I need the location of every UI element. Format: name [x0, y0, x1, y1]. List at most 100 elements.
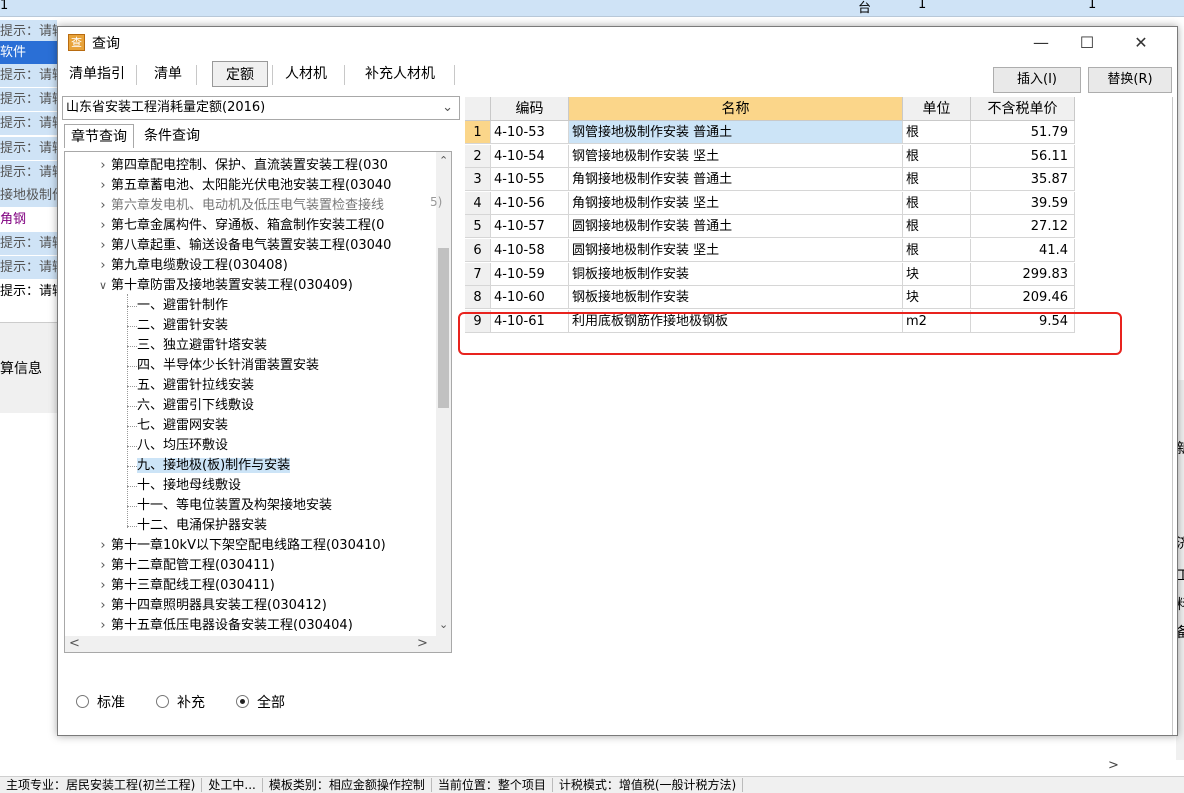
- chevron-right-icon[interactable]: ›: [95, 616, 111, 636]
- status-item: 处工中...: [202, 778, 263, 792]
- chevron-right-icon[interactable]: ›: [95, 256, 111, 276]
- chevron-right-icon[interactable]: ›: [95, 536, 111, 556]
- tree-node-label: 三、独立避雷针塔安装: [137, 338, 268, 353]
- radio-button-icon[interactable]: [156, 695, 169, 708]
- column-header[interactable]: 编码: [491, 97, 569, 121]
- chevron-right-icon[interactable]: ›: [95, 236, 111, 256]
- radio-option[interactable]: 标准: [76, 693, 125, 713]
- tree-horizontal-scrollbar[interactable]: < >: [65, 636, 451, 652]
- scroll-left-icon[interactable]: <: [69, 636, 80, 651]
- cell-price: 209.46: [971, 286, 1075, 310]
- cell-unit: 根: [903, 121, 971, 144]
- column-header[interactable]: 名称: [569, 97, 903, 121]
- table-row[interactable]: 3 4-10-55 角钢接地极制作安装 普通土根 35.87: [465, 168, 1075, 192]
- chevron-down-icon[interactable]: ∨: [95, 276, 111, 296]
- tree-section[interactable]: 一、避雷针制作: [137, 296, 228, 316]
- tree-section[interactable]: 十二、电涌保护器安装: [137, 516, 267, 536]
- scroll-right-icon[interactable]: >: [417, 636, 428, 651]
- table-row[interactable]: 4 4-10-56 角钢接地极制作安装 坚土根 39.59: [465, 191, 1075, 215]
- dialog-titlebar[interactable]: 查 查询 — ☐ ✕: [58, 27, 1177, 58]
- bg-hscroll-right[interactable]: >: [1108, 758, 1119, 773]
- radio-button-icon[interactable]: [236, 695, 249, 708]
- radio-button-icon[interactable]: [76, 695, 89, 708]
- tree-section[interactable]: 十一、等电位装置及构架接地安装: [137, 496, 332, 516]
- insert-button[interactable]: 插入(I): [993, 67, 1081, 93]
- table-row[interactable]: 6 4-10-58 圆钢接地极制作安装 坚土根 41.4: [465, 239, 1075, 262]
- replace-button[interactable]: 替换(R): [1088, 67, 1172, 93]
- tree-chapter[interactable]: ∨ 第十章防雷及接地装置安装工程(030409): [95, 276, 353, 296]
- chevron-right-icon[interactable]: ›: [95, 576, 111, 596]
- table-row[interactable]: 2 4-10-54 钢管接地极制作安装 坚土根 56.11: [465, 144, 1075, 168]
- column-header[interactable]: 不含税单价: [971, 97, 1075, 121]
- tab-0[interactable]: 清单指引: [62, 61, 132, 87]
- tree-chapter[interactable]: › 第八章起重、输送设备电气装置安装工程(03040: [95, 236, 391, 256]
- tree-chapter[interactable]: › 第十四章照明器具安装工程(030412): [95, 596, 326, 616]
- chevron-right-icon[interactable]: ›: [95, 596, 111, 616]
- tree-chapter[interactable]: › 第七章金属构件、穿通板、箱盒制作安装工程(0: [95, 216, 384, 236]
- tree-chapter[interactable]: › 第九章电缆敷设工程(030408): [95, 256, 287, 276]
- subtab-0[interactable]: 章节查询: [64, 124, 134, 148]
- radio-option[interactable]: 补充: [156, 693, 205, 713]
- tree-node-label: 六、避雷引下线敷设: [137, 398, 255, 413]
- scroll-down-icon[interactable]: ⌄: [439, 618, 448, 631]
- tree-section[interactable]: 八、均压环敷设: [137, 436, 228, 456]
- tab-3[interactable]: 人材机: [272, 61, 340, 87]
- chevron-right-icon[interactable]: ›: [95, 556, 111, 576]
- quota-library-select[interactable]: 山东省安装工程消耗量定额(2016) ⌄: [62, 96, 460, 120]
- cell-name: 钢管接地极制作安装 坚土: [569, 144, 903, 168]
- tree-node-label: 第八章起重、输送设备电气装置安装工程(03040: [111, 238, 392, 253]
- tab-2[interactable]: 定额: [212, 61, 268, 87]
- tree-chapter[interactable]: › 第五章蓄电池、太阳能光伏电池安装工程(03040: [95, 176, 391, 196]
- tree-chapter[interactable]: › 第六章发电机、电动机及低压电气装置检查接线: [95, 196, 384, 216]
- maximize-button[interactable]: ☐: [1064, 27, 1110, 58]
- tree-section[interactable]: 三、独立避雷针塔安装: [137, 336, 267, 356]
- tree-section[interactable]: 五、避雷针拉线安装: [137, 376, 254, 396]
- minimize-button[interactable]: —: [1018, 27, 1064, 58]
- chevron-down-icon[interactable]: ⌄: [442, 97, 453, 119]
- tree-node-label: 四、半导体少长针消雷装置安装: [137, 358, 320, 373]
- table-row[interactable]: 7 4-10-59 铜板接地板制作安装块 299.83: [465, 262, 1075, 286]
- chevron-right-icon[interactable]: ›: [95, 156, 111, 176]
- bg-row: 角钢: [0, 208, 57, 231]
- tree-section[interactable]: 二、避雷针安装: [137, 316, 228, 336]
- cell-idx: 1: [465, 121, 491, 144]
- tree-section[interactable]: 九、接地极(板)制作与安装: [137, 456, 291, 476]
- status-item: 计税模式：增值税(一般计税方法): [552, 778, 744, 792]
- radio-option[interactable]: 全部: [236, 693, 285, 713]
- column-header[interactable]: 单位: [903, 97, 971, 121]
- status-item: 主项专业：居民安装工程(初兰工程): [0, 778, 203, 792]
- chevron-right-icon[interactable]: ›: [95, 196, 111, 216]
- cell-unit: 根: [903, 168, 971, 192]
- tree-chapter[interactable]: › 第十二章配管工程(030411): [95, 556, 274, 576]
- bg-row: 提示：请输: [0, 161, 57, 184]
- close-button[interactable]: ✕: [1118, 27, 1164, 58]
- tree-section[interactable]: 四、半导体少长针消雷装置安装: [137, 356, 319, 376]
- tree-connector: [127, 346, 137, 347]
- scroll-up-icon[interactable]: ⌃: [439, 154, 448, 167]
- tree-node-label: 十一、等电位装置及构架接地安装: [137, 498, 333, 513]
- tree-section[interactable]: 十、接地母线敷设: [137, 476, 241, 496]
- tree-connector: [127, 406, 137, 407]
- table-row[interactable]: 8 4-10-60 钢板接地板制作安装块 209.46: [465, 286, 1075, 310]
- tree-chapter[interactable]: › 第十三章配线工程(030411): [95, 576, 274, 596]
- bg-row: 提示：请输: [0, 112, 57, 135]
- tree-scroll-thumb[interactable]: [438, 248, 449, 408]
- tree-section[interactable]: 六、避雷引下线敷设: [137, 396, 254, 416]
- chevron-right-icon[interactable]: ›: [95, 216, 111, 236]
- tab-4[interactable]: 补充人材机: [350, 61, 450, 87]
- table-row[interactable]: 5 4-10-57 圆钢接地极制作安装 普通土根 27.12: [465, 215, 1075, 239]
- subtab-1[interactable]: 条件查询: [136, 124, 208, 148]
- bg-top-qty2: 1: [1088, 0, 1097, 12]
- cell-code: 4-10-54: [491, 144, 569, 168]
- status-item: 当前位置：整个项目: [431, 778, 553, 792]
- tree-chapter[interactable]: › 第十五章低压电器设备安装工程(030404): [95, 616, 352, 636]
- tree-section[interactable]: 七、避雷网安装: [137, 416, 228, 436]
- tab-1[interactable]: 清单: [144, 61, 192, 87]
- tree-chapter[interactable]: › 第十一章10kV以下架空配电线路工程(030410): [95, 536, 385, 556]
- tree-vertical-scrollbar[interactable]: ⌃ ⌄: [436, 152, 451, 636]
- table-row[interactable]: 1 4-10-53 钢管接地极制作安装 普通土根 51.79: [465, 121, 1075, 144]
- chapter-tree[interactable]: › 第四章配电控制、保护、直流装置安装工程(030 › 第五章蓄电池、太阳能光伏电池安…: [64, 151, 452, 653]
- cell-name: 角钢接地极制作安装 坚土: [569, 191, 903, 215]
- chevron-right-icon[interactable]: ›: [95, 176, 111, 196]
- tree-chapter[interactable]: › 第四章配电控制、保护、直流装置安装工程(030: [95, 156, 388, 176]
